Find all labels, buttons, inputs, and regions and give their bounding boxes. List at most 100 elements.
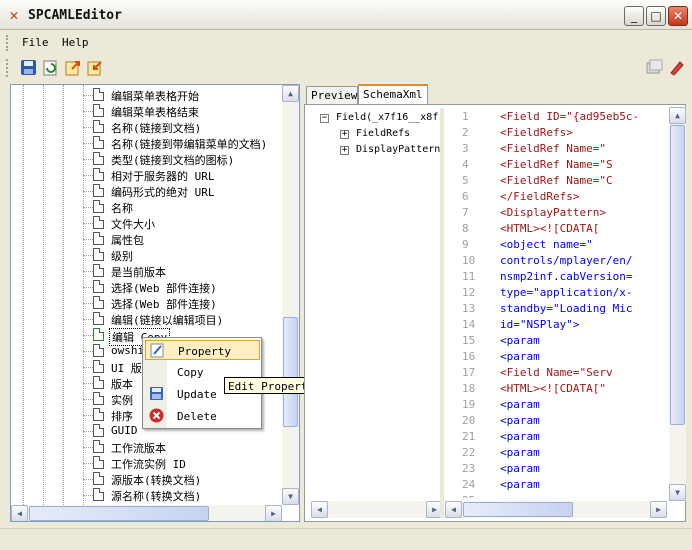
- code-horizontal-scrollbar[interactable]: ◀ ▶: [445, 501, 667, 518]
- tree-item[interactable]: 名称(链接到文档): [11, 119, 291, 135]
- tree-item[interactable]: 选择(Web 部件连接): [11, 279, 291, 295]
- tree-item[interactable]: 源名称(转换文档): [11, 487, 291, 503]
- line-number: 14: [462, 318, 476, 331]
- line-number: 17: [462, 366, 476, 379]
- tree-item[interactable]: 编辑菜单表格开始: [11, 87, 291, 103]
- field-tree-panel[interactable]: 编辑菜单表格开始 编辑菜单表格结束 名称(链接到文档) 名称(链接到带编辑菜单的文档)…: [10, 84, 300, 522]
- code-vertical-scrollbar[interactable]: ▲ ▼: [669, 107, 686, 501]
- panel-splitter[interactable]: [440, 108, 444, 518]
- code-line: <param: [500, 478, 540, 491]
- delete-icon: [149, 408, 164, 423]
- tree-item[interactable]: 选择(Web 部件连接): [11, 295, 291, 311]
- document-icon: [93, 104, 104, 117]
- document-icon: [93, 264, 104, 277]
- line-number: 11: [462, 270, 476, 283]
- context-menu-label: Delete: [177, 410, 217, 423]
- tree-guide-line: [83, 319, 93, 320]
- tree-item[interactable]: 类型(链接到文档的图标): [11, 151, 291, 167]
- tree-item[interactable]: 名称: [11, 199, 291, 215]
- scroll-down-button[interactable]: ▼: [669, 484, 686, 501]
- tree-item-label: 相对于服务器的 URL: [111, 170, 215, 183]
- scroll-up-button[interactable]: ▲: [669, 107, 686, 124]
- document-icon: [93, 360, 104, 373]
- scroll-down-button[interactable]: ▼: [282, 488, 299, 505]
- save-icon[interactable]: [20, 59, 37, 76]
- context-menu-property[interactable]: Property: [145, 340, 260, 360]
- line-number-gutter: 1−2−34567−8−9101112131415161718−19202122…: [446, 108, 486, 498]
- import-icon[interactable]: [86, 59, 103, 76]
- tab-schemaxml[interactable]: SchemaXml: [358, 84, 428, 105]
- tree-item[interactable]: 属性包: [11, 231, 291, 247]
- scroll-left-button[interactable]: ◀: [445, 501, 462, 518]
- tree-item[interactable]: 相对于服务器的 URL: [11, 167, 291, 183]
- xml-code-editor[interactable]: <Field ID="{ad95eb5c- <FieldRefs> <Field…: [500, 108, 666, 498]
- line-number: 3: [462, 142, 469, 155]
- scroll-left-button[interactable]: ◀: [11, 505, 28, 521]
- minimize-button[interactable]: _: [624, 6, 644, 26]
- tree-item[interactable]: 级别: [11, 247, 291, 263]
- tree-item[interactable]: 源版本(转换文档): [11, 471, 291, 487]
- tree-vertical-scrollbar[interactable]: ▲ ▼: [282, 85, 299, 505]
- scroll-right-button[interactable]: ▶: [265, 505, 282, 521]
- tree-guide-line: [63, 85, 64, 505]
- edit-icon[interactable]: [668, 59, 685, 76]
- tree-item[interactable]: 工作流版本: [11, 439, 291, 455]
- tree-guide-line: [83, 495, 93, 496]
- toolbar-grip: [6, 59, 9, 77]
- line-number: 16: [462, 350, 476, 363]
- context-menu-label: Copy: [177, 366, 204, 379]
- tree-item-label: 名称: [111, 202, 133, 215]
- document-icon: [93, 216, 104, 229]
- tree-horizontal-scrollbar[interactable]: ◀ ▶: [11, 505, 282, 521]
- context-menu-label: Property: [178, 345, 231, 358]
- refresh-icon[interactable]: [42, 59, 59, 76]
- expand-icon[interactable]: +: [340, 130, 349, 139]
- scroll-right-button[interactable]: ▶: [650, 501, 667, 518]
- tree-item[interactable]: 编码形式的绝对 URL: [11, 183, 291, 199]
- scroll-left-button[interactable]: ◀: [311, 501, 328, 518]
- tree-item[interactable]: 名称(链接到带编辑菜单的文档): [11, 135, 291, 151]
- xml-node-tree[interactable]: − Field(_x7f16__x8f + FieldRefs + Displa…: [310, 108, 440, 498]
- tree-item-label: 源版本(转换文档): [111, 474, 202, 487]
- tree-item-label: 属性包: [111, 234, 144, 247]
- menu-file[interactable]: File: [22, 36, 49, 49]
- xml-tree-root[interactable]: Field(_x7f16__x8f: [336, 112, 438, 123]
- tree-item-label: 名称(链接到带编辑菜单的文档): [111, 138, 268, 151]
- property-icon: [150, 343, 165, 358]
- line-number: 8: [462, 222, 469, 235]
- tree-item[interactable]: 是当前版本: [11, 263, 291, 279]
- xml-tree-node[interactable]: FieldRefs: [356, 128, 410, 139]
- scroll-thumb[interactable]: [283, 317, 298, 427]
- maximize-button[interactable]: □: [646, 6, 666, 26]
- document-icon: [93, 200, 104, 213]
- tree-guide-line: [83, 303, 93, 304]
- line-number: 22: [462, 446, 476, 459]
- tree-item[interactable]: 工作流实例 ID: [11, 455, 291, 471]
- tree-guide-line: [83, 399, 93, 400]
- hscroll-thumb[interactable]: [29, 506, 209, 521]
- scroll-up-button[interactable]: ▲: [282, 85, 299, 102]
- context-menu-delete[interactable]: Delete: [145, 406, 260, 426]
- tree-item[interactable]: 编辑菜单表格结束: [11, 103, 291, 119]
- tree-guide-line: [83, 85, 84, 505]
- hscroll-thumb[interactable]: [463, 502, 573, 517]
- tree-item[interactable]: 文件大小: [11, 215, 291, 231]
- menu-help[interactable]: Help: [62, 36, 89, 49]
- tab-preview[interactable]: Preview: [306, 86, 358, 104]
- xml-tree-node[interactable]: DisplayPattern: [356, 144, 440, 155]
- code-line: controls/mplayer/en/: [500, 254, 633, 267]
- line-number: 7: [462, 206, 469, 219]
- export-icon[interactable]: [64, 59, 81, 76]
- collapse-icon[interactable]: −: [320, 114, 329, 123]
- window-icon[interactable]: [646, 59, 663, 76]
- document-icon: [93, 232, 104, 245]
- line-number: 18: [462, 382, 476, 395]
- code-line: <param: [500, 334, 540, 347]
- tree-item[interactable]: 编辑(链接以编辑项目): [11, 311, 291, 327]
- close-button[interactable]: ✕: [668, 6, 688, 26]
- scroll-thumb[interactable]: [670, 125, 685, 425]
- tree-item-label: GUID: [111, 424, 138, 437]
- line-number: 5: [462, 174, 469, 187]
- xmltree-horizontal-scrollbar[interactable]: ◀ ▶: [311, 501, 443, 518]
- expand-icon[interactable]: +: [340, 146, 349, 155]
